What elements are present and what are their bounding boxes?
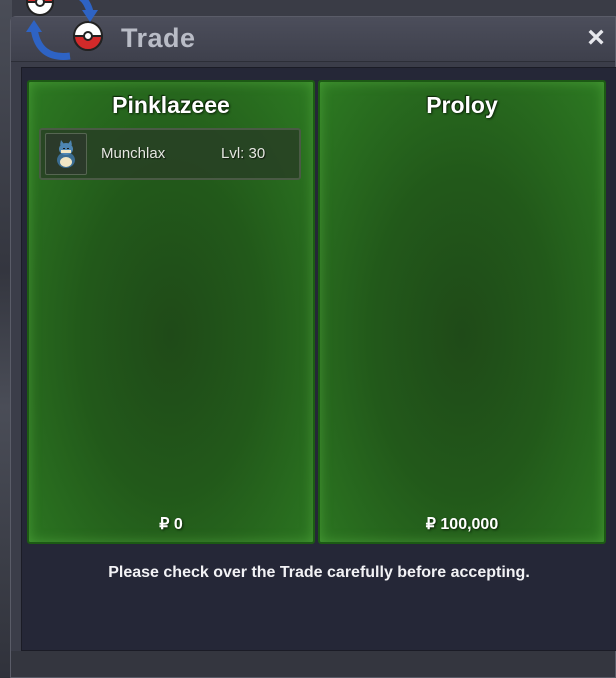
close-button[interactable]: × — [581, 23, 611, 53]
trade-window: Trade × Pinklazeee Munchlax Lvl: 30 ₽ 0 … — [10, 16, 616, 678]
trade-logo-icon — [25, 0, 104, 60]
money-offer: ₽ 0 — [159, 516, 183, 533]
trade-notice: Please check over the Trade carefully be… — [108, 564, 530, 581]
player-name: Proloy — [426, 92, 498, 118]
trade-panel-partner: Proloy ₽ 100,000 — [318, 80, 606, 544]
pokemon-level: Lvl: 30 — [221, 145, 266, 162]
trade-panel-own: Pinklazeee Munchlax Lvl: 30 ₽ 0 — [27, 80, 315, 544]
munchlax-sprite-icon — [45, 133, 87, 175]
trade-content: Pinklazeee Munchlax Lvl: 30 ₽ 0 Proloy ₽… — [21, 67, 616, 651]
trade-item-row[interactable]: Munchlax Lvl: 30 — [39, 128, 301, 180]
pokemon-name: Munchlax — [101, 145, 166, 162]
window-title: Trade — [121, 23, 196, 53]
money-offer: ₽ 100,000 — [425, 516, 499, 533]
player-name: Pinklazeee — [112, 92, 230, 118]
window-footer — [11, 651, 615, 677]
